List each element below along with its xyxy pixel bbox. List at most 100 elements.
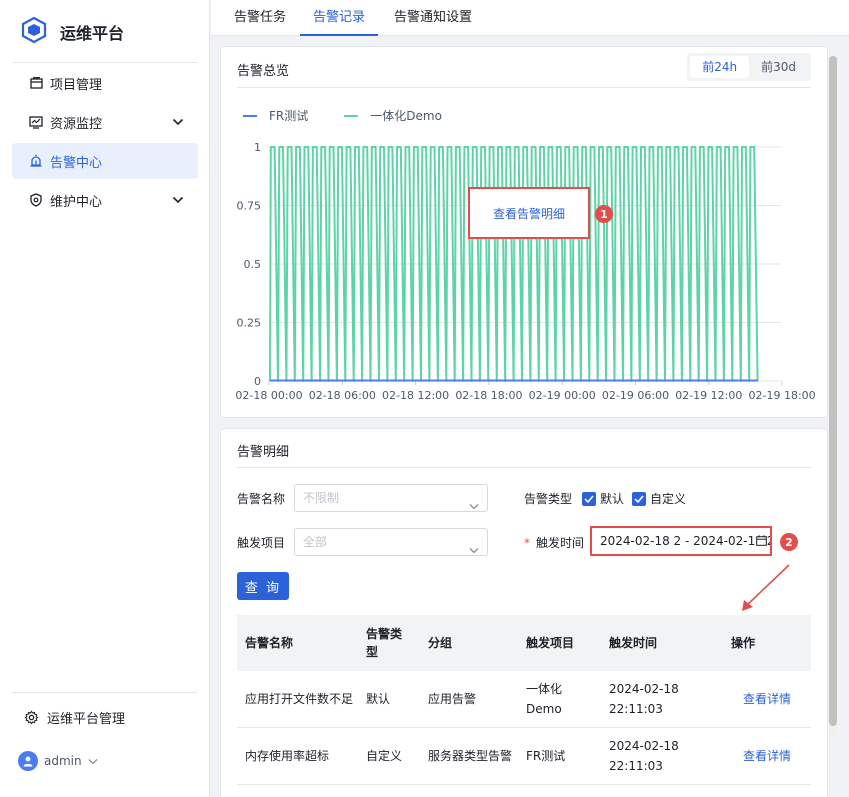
sidebar-item-alarm[interactable]: 告警中心 <box>12 143 198 179</box>
alarm-name-label: 告警名称 <box>237 492 286 506</box>
calendar-icon <box>756 535 767 546</box>
trigger-time-range-input[interactable]: 2024-02-18 2 - 2024-02-18 2 <box>590 526 772 556</box>
sidebar-item-label: 项目管理 <box>50 77 103 93</box>
annotation-arrow-icon <box>742 564 790 611</box>
type-custom-checkbox[interactable]: 自定义 <box>632 490 686 507</box>
cell-alarm-type: 默认 <box>366 692 391 706</box>
trigger-project-select[interactable]: 全部 <box>294 528 488 556</box>
view-details-link[interactable]: 查看详情 <box>743 728 803 784</box>
column-header: 操作 <box>731 636 756 650</box>
platform-admin-link[interactable]: 运维平台管理 <box>24 708 125 727</box>
view-details-link[interactable]: 查看详情 <box>743 671 803 727</box>
annotation-badge-2: 2 <box>780 533 798 551</box>
maintenance-icon <box>28 192 44 208</box>
sidebar-item-maintenance[interactable]: 维护中心 <box>12 182 198 218</box>
select-placeholder: 不限制 <box>303 491 340 505</box>
column-header: 分组 <box>428 636 453 650</box>
tab-alarm-tasks[interactable]: 告警任务 <box>225 0 295 36</box>
tab-alarm-records[interactable]: 告警记录 <box>300 0 378 36</box>
chevron-down-icon <box>469 493 479 519</box>
cell-alarm-name: 内存使用率超标 <box>245 749 330 763</box>
x-tick-label: 02-18 12:00 <box>382 389 449 402</box>
checkbox-label: 自定义 <box>650 492 687 506</box>
legend-swatch <box>344 114 359 117</box>
cell-group: 应用告警 <box>428 692 477 706</box>
scrollbar-thumb[interactable] <box>829 56 837 726</box>
cell-project: 一体化Demo <box>526 682 563 716</box>
select-placeholder: 全部 <box>303 535 328 549</box>
x-tick-label: 02-18 06:00 <box>309 389 376 402</box>
tab-alarm-notification-settings[interactable]: 告警通知设置 <box>388 0 478 36</box>
table-header: 告警名称 告警类型 分组 触发项目 触发时间 操作 <box>237 615 811 671</box>
x-tick-label: 02-19 00:00 <box>529 389 596 402</box>
range-30d-button[interactable]: 前30d <box>749 56 808 78</box>
sidebar-item-label: 维护中心 <box>50 194 103 210</box>
cell-project: FR测试 <box>526 749 566 763</box>
platform-admin-label: 运维平台管理 <box>47 712 126 727</box>
cell-alarm-name: 应用打开文件数不足 <box>245 692 354 706</box>
checkbox-label: 默认 <box>600 492 625 506</box>
type-default-checkbox[interactable]: 默认 <box>582 490 624 507</box>
cell-group: 服务器类型告警 <box>428 749 513 763</box>
cube-logo-icon <box>20 16 48 47</box>
date-range-value: 2024-02-18 2 - 2024-02-18 2 <box>600 534 772 548</box>
overview-title: 告警总览 <box>237 64 290 79</box>
username: admin <box>44 754 82 768</box>
user-menu[interactable]: admin <box>18 751 98 771</box>
sidebar-item-monitor[interactable]: 资源监控 <box>12 104 198 140</box>
x-tick-label: 02-19 06:00 <box>602 389 669 402</box>
view-alarm-detail-link[interactable]: 查看告警明细 <box>493 205 565 222</box>
app-title: 运维平台 <box>60 23 125 43</box>
monitor-icon <box>28 114 44 130</box>
legend-item-fr[interactable]: FR测试 <box>243 107 308 124</box>
annotation-badge-1: 1 <box>595 205 613 223</box>
chevron-down-icon <box>172 115 184 130</box>
trigger-project-label: 触发项目 <box>237 536 286 550</box>
table-row: 内存使用率超标 自定义 服务器类型告警 FR测试 2024-02-18 22:1… <box>237 728 811 785</box>
query-button[interactable]: 查 询 <box>237 572 289 600</box>
checkbox-checked-icon <box>582 491 596 506</box>
sidebar-item-project[interactable]: 项目管理 <box>12 65 198 101</box>
x-tick-label: 02-19 18:00 <box>749 389 816 402</box>
legend-label: 一体化Demo <box>370 109 442 123</box>
logo[interactable]: 运维平台 <box>20 16 124 47</box>
sidebar-divider <box>12 62 197 63</box>
column-header: 告警类型 <box>366 627 403 659</box>
sidebar-item-label: 告警中心 <box>50 155 103 171</box>
alarm-type-checkboxes: 默认 自定义 <box>582 490 694 507</box>
alarm-name-select[interactable]: 不限制 <box>294 484 488 512</box>
sidebar: 运维平台 项目管理 资源监控 告警中心 维护中心 运维平台管理 admin <box>0 0 210 797</box>
trigger-time-label: * 触发时间 <box>524 534 584 551</box>
legend-item-demo[interactable]: 一体化Demo <box>344 107 442 124</box>
alarm-overview-card: 告警总览 前24h 前30d FR测试 一体化Demo 1 0.75 0.5 0.25… <box>220 46 828 418</box>
project-icon <box>28 75 44 91</box>
alarm-type-label: 告警类型 <box>524 492 573 506</box>
y-tick-label: 1 <box>254 141 261 154</box>
x-tick-label: 02-18 18:00 <box>455 389 522 402</box>
cell-alarm-type: 自定义 <box>366 749 403 763</box>
gear-icon <box>24 710 39 725</box>
legend-label: FR测试 <box>269 109 309 123</box>
card-divider <box>237 87 811 88</box>
trigger-time-label-text: 触发时间 <box>536 536 585 550</box>
range-toggle: 前24h 前30d <box>687 53 811 81</box>
cell-trigger-time: 2024-02-18 22:11:03 <box>609 739 679 773</box>
avatar <box>18 751 38 771</box>
alarm-line-chart: 1 0.75 0.5 0.25 002-18 00:00 02-18 06:00 02-18… <box>235 141 816 402</box>
view-alarm-detail-popup[interactable]: 查看告警明细 <box>468 187 590 239</box>
legend-swatch <box>243 114 257 117</box>
page-scrollbar[interactable] <box>829 56 837 736</box>
sidebar-divider <box>12 692 197 693</box>
y-tick-label: 0.25 <box>237 317 262 330</box>
y-tick-label: 0.5 <box>244 258 262 271</box>
card-divider <box>237 467 811 468</box>
checkbox-checked-icon <box>632 491 647 506</box>
range-24h-button[interactable]: 前24h <box>690 56 750 78</box>
alarm-icon <box>28 153 44 169</box>
alarm-detail-card: 告警明细 告警名称 不限制 告警类型 默认 自定义 触发项目 全部 * 触发时间 … <box>220 428 828 797</box>
y-tick-label: 0 <box>254 375 261 388</box>
chevron-down-icon <box>88 758 98 765</box>
column-header: 告警名称 <box>245 636 294 650</box>
chevron-down-icon <box>172 193 184 208</box>
x-tick-label: 02-19 12:00 <box>675 389 742 402</box>
